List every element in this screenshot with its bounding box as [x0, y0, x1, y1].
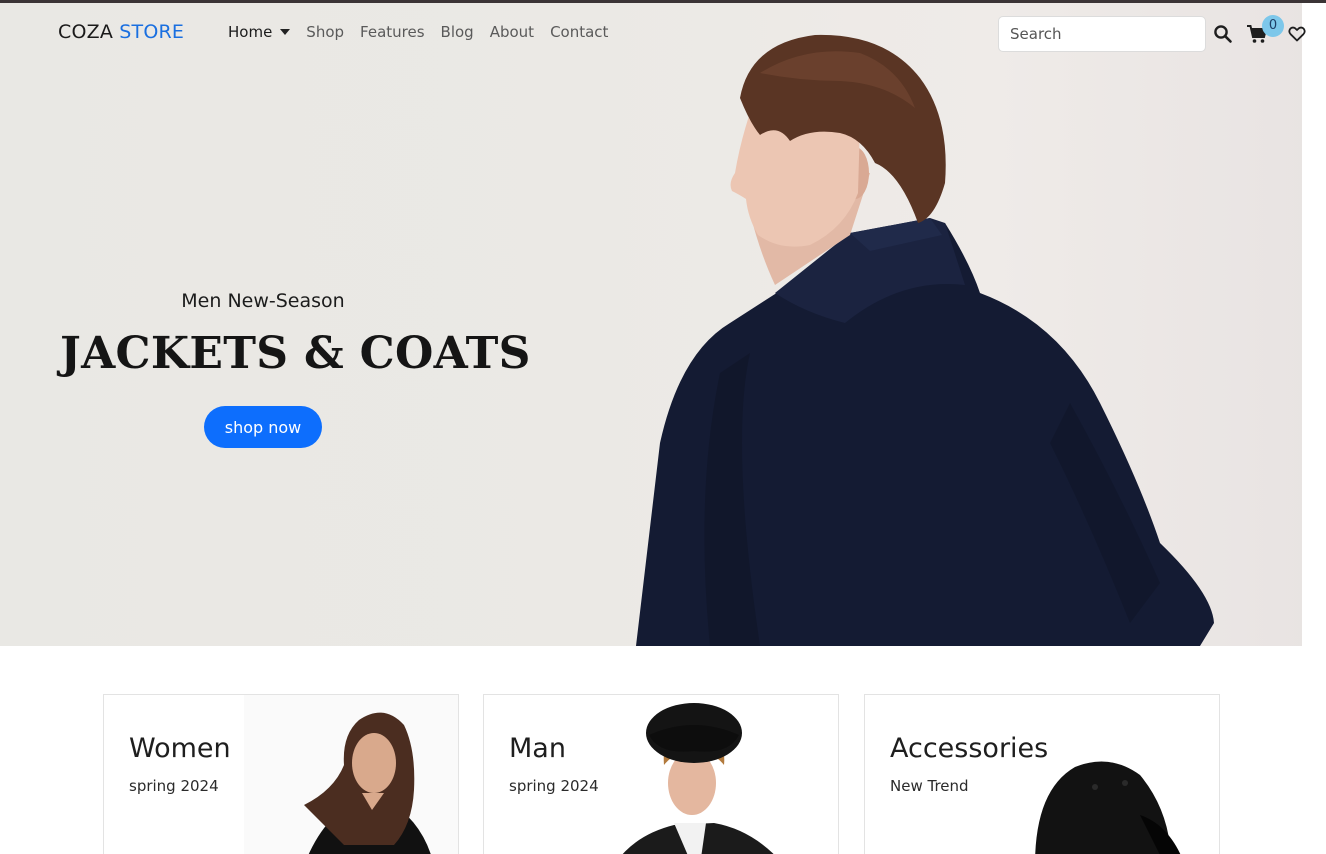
navbar: COZA STORE Home Shop Features Blog About…: [0, 3, 1326, 61]
category-title: Man: [509, 733, 566, 764]
category-card-women[interactable]: Women spring 2024: [103, 694, 459, 854]
shop-now-button[interactable]: shop now: [204, 406, 322, 448]
heart-icon[interactable]: [1288, 25, 1306, 43]
man-model-image: [622, 703, 774, 854]
brand-name: COZA: [58, 21, 114, 43]
nav-home-label: Home: [228, 23, 273, 41]
hero-title: JACKETS & COATS: [60, 328, 531, 379]
women-model-image: [244, 695, 458, 854]
hero-subtitle: Men New-Season: [181, 290, 345, 312]
search-input[interactable]: [998, 16, 1206, 52]
category-card-man[interactable]: Man spring 2024: [483, 694, 839, 854]
category-subtitle: spring 2024: [509, 777, 599, 795]
cart-count-badge: 0: [1262, 15, 1284, 37]
hero-model-image: [636, 34, 1214, 646]
nav-menu: Home Shop Features Blog About Contact: [228, 23, 624, 41]
category-title: Accessories: [890, 733, 1049, 764]
hero-edge: [1302, 3, 1326, 646]
nav-contact[interactable]: Contact: [550, 23, 608, 41]
hero-banner: [0, 3, 1326, 646]
brand-accent: STORE: [119, 21, 185, 43]
category-title: Women: [129, 733, 231, 764]
search-icon[interactable]: [1213, 24, 1233, 44]
nav-about[interactable]: About: [490, 23, 534, 41]
chevron-down-icon: [280, 29, 291, 35]
category-card-accessories[interactable]: Accessories New Trend: [864, 694, 1220, 854]
nav-home[interactable]: Home: [228, 23, 291, 41]
category-subtitle: New Trend: [890, 777, 969, 795]
brand-logo[interactable]: COZA STORE: [58, 21, 184, 43]
category-subtitle: spring 2024: [129, 777, 219, 795]
nav-blog[interactable]: Blog: [441, 23, 474, 41]
nav-features[interactable]: Features: [360, 23, 425, 41]
nav-shop[interactable]: Shop: [306, 23, 344, 41]
cap-image: [1035, 761, 1181, 854]
